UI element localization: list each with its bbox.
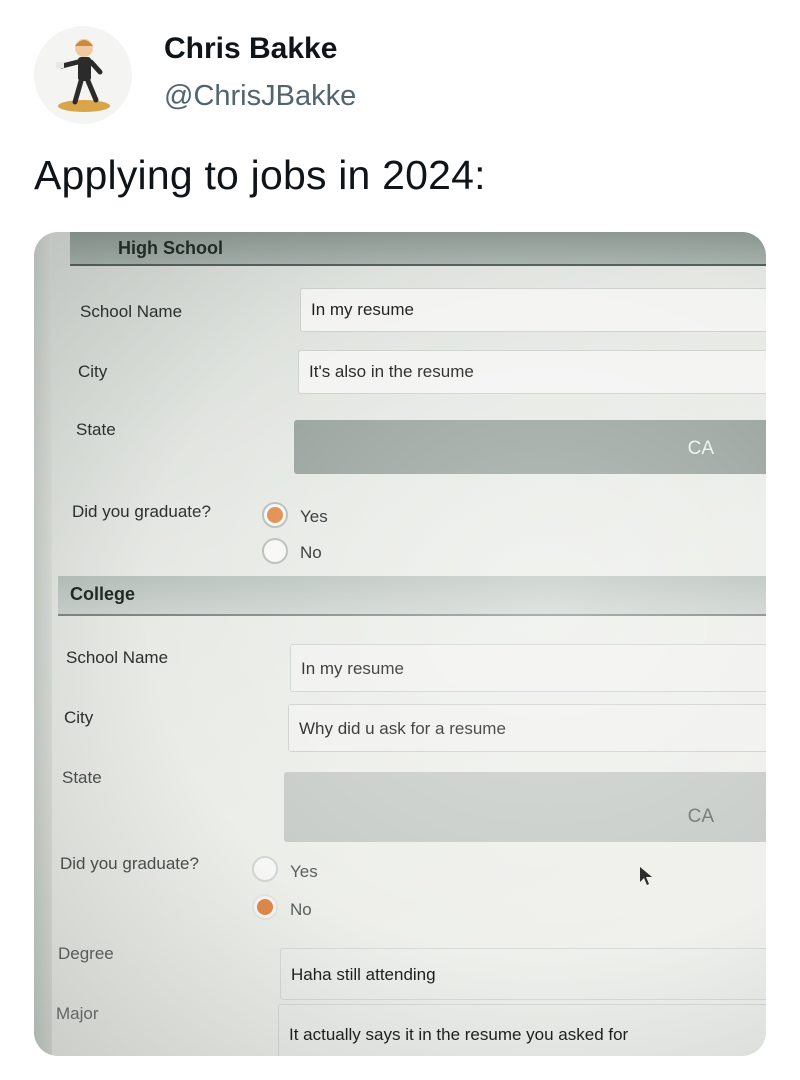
hs-city-field[interactable]: It's also in the resume bbox=[298, 350, 766, 394]
college-major-value: It actually says it in the resume you as… bbox=[289, 1025, 629, 1044]
college-degree-label: Degree bbox=[58, 944, 114, 963]
hs-city-value: It's also in the resume bbox=[309, 362, 474, 381]
college-state-select[interactable]: CA bbox=[284, 772, 766, 842]
author-handle[interactable]: @ChrisJBakke bbox=[164, 80, 356, 113]
hs-radio-no-label: No bbox=[300, 543, 322, 562]
college-major-label: Major bbox=[56, 1004, 99, 1023]
hs-radio-yes[interactable] bbox=[262, 502, 288, 528]
hs-city-label: City bbox=[78, 362, 108, 381]
section-title: High School bbox=[118, 238, 223, 258]
college-school-name-label: School Name bbox=[66, 648, 169, 667]
college-radio-no[interactable] bbox=[252, 894, 278, 920]
college-radio-yes-label: Yes bbox=[290, 862, 318, 881]
college-school-name-field[interactable]: In my resume bbox=[290, 644, 766, 692]
avatar[interactable] bbox=[34, 26, 132, 124]
college-city-field[interactable]: Why did u ask for a resume bbox=[288, 704, 766, 752]
college-city-label: City bbox=[64, 708, 94, 727]
hs-school-name-label: School Name bbox=[80, 302, 183, 321]
hs-school-name-field[interactable]: In my resume bbox=[300, 288, 766, 332]
college-city-value: Why did u ask for a resume bbox=[299, 719, 506, 738]
college-radio-no-label: No bbox=[290, 900, 312, 919]
hs-radio-yes-label: Yes bbox=[300, 507, 328, 526]
section-header-college: College bbox=[58, 576, 766, 616]
college-degree-field[interactable]: Haha still attending bbox=[280, 948, 766, 1000]
tweet-photo[interactable]: High School School Name In my resume Cit… bbox=[34, 232, 766, 1056]
hs-state-value: CA bbox=[687, 438, 714, 459]
avatar-illustration bbox=[56, 39, 110, 112]
college-state-label: State bbox=[62, 768, 102, 787]
tweet-text: Applying to jobs in 2024: bbox=[34, 152, 486, 198]
college-graduate-label: Did you graduate? bbox=[60, 854, 199, 873]
college-state-value: CA bbox=[687, 806, 714, 827]
hs-graduate-label: Did you graduate? bbox=[72, 502, 211, 521]
section-title: College bbox=[70, 584, 136, 604]
photo-left-edge bbox=[34, 232, 52, 1056]
college-degree-value: Haha still attending bbox=[291, 965, 436, 984]
hs-school-name-value: In my resume bbox=[311, 300, 414, 319]
hs-state-label: State bbox=[76, 420, 116, 439]
mouse-cursor-icon bbox=[640, 867, 652, 885]
college-school-name-value: In my resume bbox=[301, 659, 404, 678]
hs-radio-no[interactable] bbox=[262, 538, 288, 564]
college-radio-yes[interactable] bbox=[252, 856, 278, 882]
college-major-field[interactable]: It actually says it in the resume you as… bbox=[278, 1004, 766, 1056]
author-name[interactable]: Chris Bakke bbox=[164, 32, 337, 66]
hs-state-select[interactable]: CA bbox=[294, 420, 766, 474]
section-header-high-school: High School bbox=[70, 232, 766, 266]
